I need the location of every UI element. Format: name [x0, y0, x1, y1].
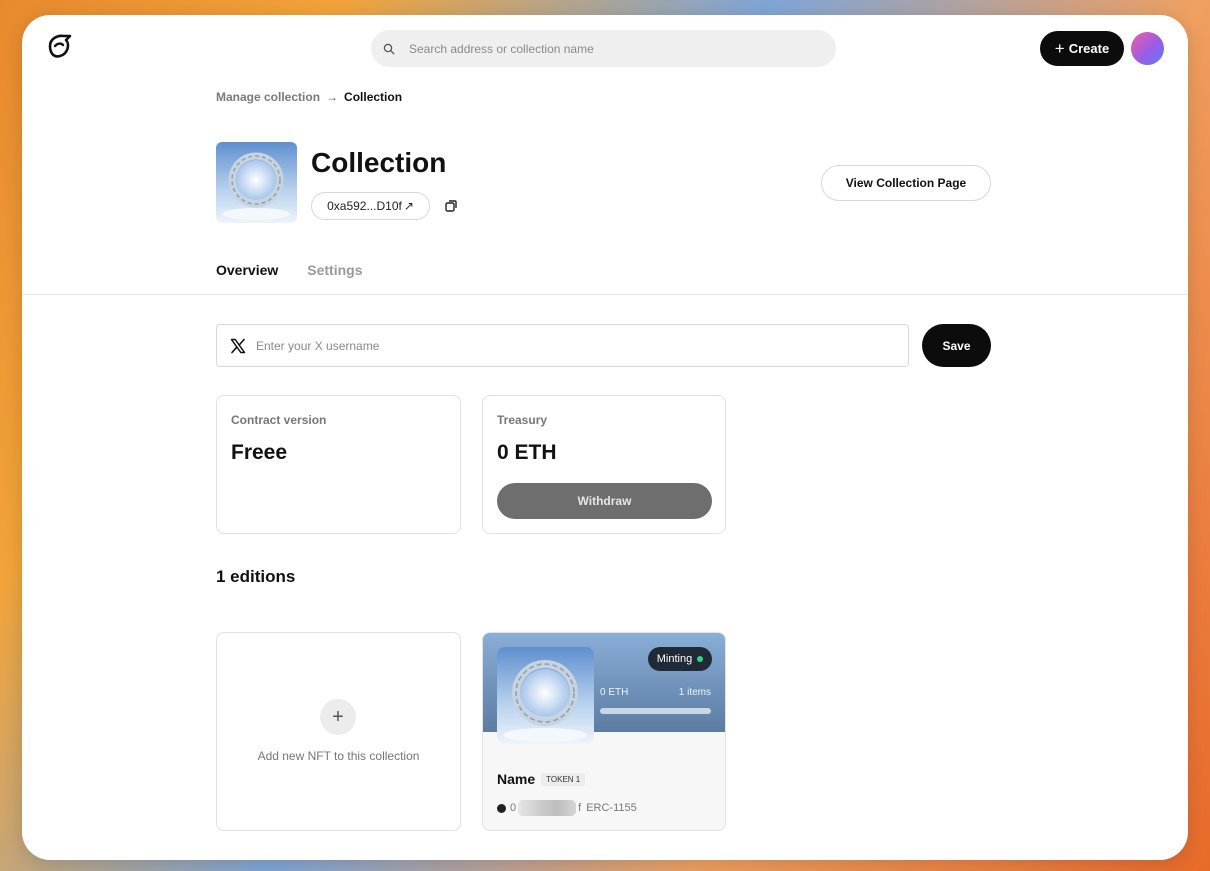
minting-status-badge: Minting	[648, 647, 712, 671]
creator-avatar-icon	[497, 803, 506, 813]
nft-card[interactable]: Minting 0 ETH 1 items Name TOKEN 1 0 f E…	[482, 632, 726, 831]
plus-icon: +	[320, 699, 356, 735]
nft-name-row: Name TOKEN 1	[497, 771, 586, 787]
redacted-address-block	[518, 800, 577, 816]
collection-title: Collection	[311, 147, 447, 178]
status-dot-icon	[697, 656, 704, 662]
app-window: + Create Manage collection → Collection …	[22, 15, 1188, 860]
contract-version-value: Freee	[231, 441, 288, 464]
search-input[interactable]	[409, 41, 809, 56]
avatar[interactable]	[1131, 32, 1164, 65]
contract-address: 0xa592...D10f	[327, 199, 402, 213]
collection-thumbnail	[216, 142, 297, 223]
nft-address-end: f	[578, 802, 582, 814]
tab-overview[interactable]: Overview	[216, 262, 278, 278]
breadcrumb-current: Collection	[344, 90, 403, 104]
mint-progress-bar	[600, 708, 711, 714]
nft-standard: ERC-1155	[586, 802, 637, 814]
contract-version-label: Contract version	[231, 413, 327, 427]
external-link-icon: ↗	[403, 199, 414, 213]
tab-settings[interactable]: Settings	[307, 262, 362, 278]
token-badge: TOKEN 1	[541, 772, 586, 786]
withdraw-button[interactable]: Withdraw	[497, 483, 712, 519]
copy-icon[interactable]	[444, 199, 458, 213]
breadcrumb-manage-collection[interactable]: Manage collection	[216, 90, 320, 104]
tab-bar: Overview Settings	[216, 262, 363, 278]
divider	[22, 294, 1188, 295]
x-username-input[interactable]	[256, 338, 856, 353]
app-logo-icon[interactable]	[44, 32, 74, 62]
nft-address-start: 0	[510, 802, 517, 814]
contract-version-card: Contract version Freee	[216, 395, 461, 534]
add-nft-label: Add new NFT to this collection	[257, 749, 420, 763]
breadcrumb-arrow-icon: →	[326, 90, 339, 104]
treasury-value: 0 ETH	[497, 441, 557, 464]
create-label: Create	[1068, 41, 1110, 56]
nft-image	[497, 647, 594, 744]
nft-items-count: 1 items	[678, 687, 711, 698]
treasury-card: Treasury 0 ETH Withdraw	[482, 395, 726, 534]
editions-heading: 1 editions	[216, 567, 296, 586]
save-button[interactable]: Save	[922, 324, 991, 367]
breadcrumb: Manage collection → Collection	[216, 90, 402, 104]
nft-price: 0 ETH	[600, 687, 629, 698]
x-username-field[interactable]	[216, 324, 909, 367]
plus-icon: +	[1054, 39, 1065, 58]
x-logo-icon	[230, 338, 246, 353]
treasury-label: Treasury	[497, 413, 548, 427]
add-nft-card[interactable]: + Add new NFT to this collection	[216, 632, 461, 831]
nft-name: Name	[497, 771, 536, 787]
create-button[interactable]: + Create	[1040, 31, 1124, 66]
search-icon	[383, 43, 395, 54]
view-collection-page-button[interactable]: View Collection Page	[821, 165, 991, 201]
minting-status-label: Minting	[656, 653, 693, 665]
search-bar[interactable]	[371, 30, 836, 67]
contract-address-link[interactable]: 0xa592...D10f ↗	[311, 192, 430, 220]
nft-meta-row: 0 f ERC-1155	[497, 800, 637, 816]
